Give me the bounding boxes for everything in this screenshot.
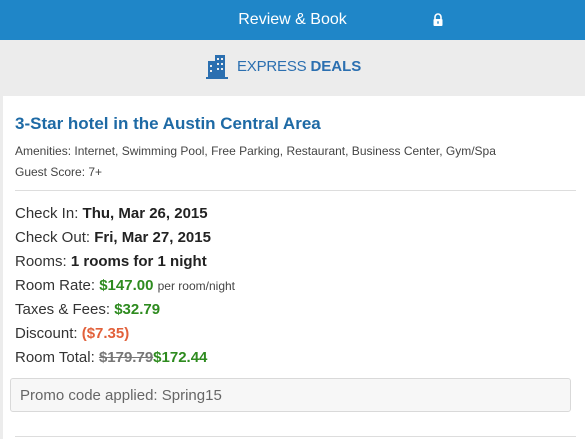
booking-summary-card: 3-Star hotel in the Austin Central Area … <box>3 96 585 439</box>
room-rate-row: Room Rate: $147.00 per room/night <box>15 274 235 298</box>
brand-bar: EXPRESS DEALS <box>0 40 585 92</box>
guest-score-text: Guest Score: 7+ <box>15 165 103 179</box>
building-icon <box>206 55 228 79</box>
express-deals-logo: EXPRESS DEALS <box>206 53 361 79</box>
check-in-value: Thu, Mar 26, 2015 <box>82 205 208 222</box>
room-total-label: Room Total: <box>15 349 95 366</box>
rooms-label: Rooms: <box>15 253 67 270</box>
room-rate-label: Room Rate: <box>15 277 96 294</box>
check-out-value: Fri, Mar 27, 2015 <box>94 229 211 246</box>
taxes-value: $32.79 <box>114 301 161 318</box>
review-book-header: Review & Book <box>0 0 585 40</box>
discount-value: ($7.35) <box>81 325 130 342</box>
taxes-label: Taxes & Fees: <box>15 301 111 318</box>
check-in-label: Check In: <box>15 205 79 222</box>
amenities-text: Amenities: Internet, Swimming Pool, Free… <box>15 144 496 158</box>
room-total-value: $172.44 <box>153 349 208 366</box>
room-rate-value: $147.00 <box>99 277 154 294</box>
room-rate-suffix: per room/night <box>157 279 235 293</box>
check-out-label: Check Out: <box>15 229 91 246</box>
promo-code-text: Promo code applied: Spring15 <box>20 387 222 404</box>
brand-express-text: EXPRESS <box>237 57 307 75</box>
check-out-row: Check Out: Fri, Mar 27, 2015 <box>15 226 235 250</box>
booking-details: Check In: Thu, Mar 26, 2015 Check Out: F… <box>15 202 235 370</box>
hotel-title: 3-Star hotel in the Austin Central Area <box>15 114 321 133</box>
original-total-value: $179.79 <box>98 349 154 366</box>
lock-icon <box>433 13 443 26</box>
rooms-value: 1 rooms for 1 night <box>70 253 207 270</box>
rooms-row: Rooms: 1 rooms for 1 night <box>15 250 235 274</box>
bottom-divider <box>15 436 576 437</box>
divider <box>15 190 576 191</box>
page-title: Review & Book <box>238 11 347 28</box>
discount-row: Discount: ($7.35) <box>15 322 235 346</box>
promo-code-box: Promo code applied: Spring15 <box>10 378 571 412</box>
brand-deals-text: DEALS <box>310 57 362 75</box>
check-in-row: Check In: Thu, Mar 26, 2015 <box>15 202 235 226</box>
room-total-row: Room Total: $179.79$172.44 <box>15 346 235 370</box>
discount-label: Discount: <box>15 325 78 342</box>
taxes-row: Taxes & Fees: $32.79 <box>15 298 235 322</box>
